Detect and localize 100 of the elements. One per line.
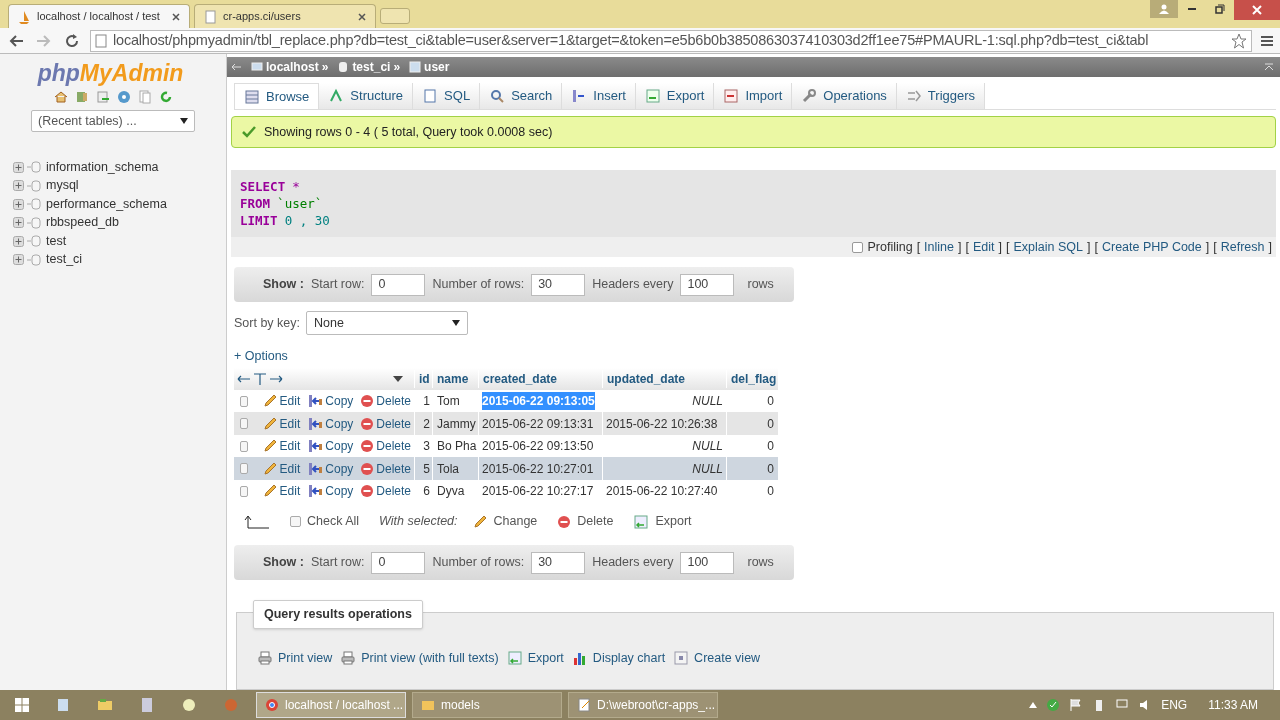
delete-link[interactable]: Delete <box>376 459 411 478</box>
expand-button[interactable] <box>13 254 24 266</box>
copy-link[interactable]: Copy <box>325 482 354 500</box>
toolbar-link[interactable] <box>116 90 131 104</box>
copy-link[interactable]: Copy <box>325 437 354 455</box>
database-link[interactable]: performance_schema <box>46 194 167 214</box>
operation-link[interactable]: Export <box>527 648 564 668</box>
database-link[interactable]: mysql <box>46 176 79 196</box>
column-header[interactable]: created_date <box>478 369 602 388</box>
operation-link[interactable]: Print view (with full texts) <box>361 648 499 668</box>
input-field[interactable]: 100 <box>680 551 735 574</box>
bulk-action-button[interactable]: Export <box>655 512 692 531</box>
database-link[interactable]: test <box>46 231 67 251</box>
row-checkbox[interactable] <box>240 440 248 452</box>
bracket: ] <box>1205 238 1210 256</box>
operation-link[interactable]: Print view <box>278 648 333 668</box>
expand-button[interactable] <box>13 198 24 210</box>
table-row[interactable]: Edit Copy Delete 5 Tola 2015-06-22 10:27:01 NULL 0 <box>234 457 778 480</box>
browser-tab[interactable]: cr-apps.ci/users <box>194 4 376 28</box>
column-header[interactable]: del_flag <box>726 369 778 388</box>
breadcrumb-link[interactable]: test_ci <box>352 57 391 76</box>
menu-button[interactable] <box>1260 33 1274 48</box>
delete-link[interactable]: Delete <box>376 414 411 433</box>
sql-action-link[interactable]: Explain SQL <box>1013 237 1083 257</box>
table-cell-text: 2015-06-22 10:27:01 <box>482 460 594 478</box>
expand-button[interactable] <box>13 161 24 173</box>
close-button[interactable] <box>1234 0 1280 20</box>
clock[interactable]: 11:33 AM <box>1208 696 1258 714</box>
row-checkbox[interactable] <box>240 418 248 429</box>
copy-link[interactable]: Copy <box>325 414 354 433</box>
restore-icon <box>1215 4 1225 14</box>
phpmyadmin-logo[interactable]: phpMyAdmin <box>37 60 184 86</box>
tab[interactable]: Operations <box>792 82 897 110</box>
column-menu-button[interactable] <box>393 375 403 382</box>
input-field[interactable]: 30 <box>531 551 586 574</box>
language-indicator[interactable]: ENG <box>1161 696 1188 714</box>
checkmark-icon <box>242 126 256 139</box>
sql-action-link[interactable]: Edit <box>972 237 995 257</box>
input-field[interactable]: 0 <box>371 551 426 574</box>
browser-tab[interactable]: localhost / localhost / test <box>8 4 190 28</box>
expand-button[interactable] <box>13 235 24 247</box>
edit-link[interactable]: Edit <box>279 437 301 455</box>
toolbar-link[interactable] <box>53 90 68 104</box>
input-field[interactable]: 0 <box>371 273 426 296</box>
delete-link[interactable]: Delete <box>376 437 411 455</box>
expand-button[interactable] <box>13 217 24 229</box>
database-link[interactable]: rbbspeed_db <box>46 213 119 233</box>
database-link[interactable]: test_ci <box>46 250 83 270</box>
table-row[interactable]: Edit Copy Delete 2 Jammy 2015-06-22 09:13:31 2015-06-22 10:26:38 0 <box>234 412 778 435</box>
forward-arrow-icon <box>36 33 52 48</box>
sql-action-link[interactable]: Refresh <box>1220 237 1265 257</box>
tab[interactable]: Insert <box>562 82 636 110</box>
operation-link[interactable]: Create view <box>694 648 761 668</box>
column-header[interactable]: name <box>432 369 478 388</box>
toolbar-link[interactable] <box>158 90 173 104</box>
breadcrumb-link[interactable]: localhost <box>266 57 319 76</box>
row-checkbox[interactable] <box>240 485 248 497</box>
minus-circle-icon <box>557 514 572 529</box>
check-all-label[interactable]: Check All <box>307 512 360 531</box>
tab[interactable]: SQL <box>413 82 481 110</box>
delete-link[interactable]: Delete <box>376 482 411 500</box>
tab[interactable]: Import <box>714 82 793 110</box>
options-link[interactable]: + Options <box>234 347 288 366</box>
profiling-checkbox[interactable] <box>852 241 864 253</box>
operation-link[interactable]: Display chart <box>592 648 666 668</box>
tab[interactable]: Search <box>480 82 563 110</box>
breadcrumb-link[interactable]: user <box>424 57 450 76</box>
tab[interactable]: Structure <box>319 82 414 110</box>
row-checkbox[interactable] <box>240 395 248 407</box>
toolbar-link[interactable] <box>74 90 89 104</box>
new-tab-button[interactable] <box>380 8 410 24</box>
database-link[interactable]: information_schema <box>46 157 159 177</box>
delete-link[interactable]: Delete <box>376 392 411 410</box>
bulk-action-button[interactable]: Delete <box>577 512 614 531</box>
bulk-action-button[interactable]: Change <box>493 512 538 531</box>
sort-dropdown[interactable]: None <box>306 311 468 335</box>
tab[interactable]: Triggers <box>896 82 986 110</box>
tab[interactable]: Browse <box>234 82 320 110</box>
minus-circle-icon <box>360 461 375 476</box>
edit-link[interactable]: Edit <box>279 459 301 478</box>
copy-link[interactable]: Copy <box>325 459 354 478</box>
address-bar[interactable]: localhost/phpmyadmin/tbl_replace.php?db=test_ci&table=user&server=1&target=&token=e5b6b0b3850863037410303d2ff1ee75#PMAURL-1:sql.php?db=test_ci&tabl <box>90 29 1252 52</box>
recent-tables-dropdown[interactable]: (Recent tables) ... <box>31 110 195 132</box>
input-field[interactable]: 100 <box>680 273 735 296</box>
input-field[interactable]: 30 <box>531 273 586 296</box>
pencil-icon <box>261 483 278 499</box>
row-checkbox[interactable] <box>240 463 248 474</box>
expand-button[interactable] <box>13 180 24 192</box>
column-header[interactable]: id <box>414 369 432 388</box>
edit-link[interactable]: Edit <box>279 414 301 433</box>
edit-link[interactable]: Edit <box>279 482 301 500</box>
column-header[interactable]: updated_date <box>602 369 726 388</box>
toolbar-link[interactable] <box>137 90 152 104</box>
tab[interactable]: Export <box>635 82 715 110</box>
sql-action-link[interactable]: Create PHP Code <box>1101 237 1202 257</box>
check-all-checkbox[interactable] <box>290 516 301 528</box>
edit-link[interactable]: Edit <box>279 392 301 410</box>
copy-link[interactable]: Copy <box>325 392 354 410</box>
toolbar-link[interactable] <box>95 90 110 104</box>
sql-action-link[interactable]: Inline <box>924 237 954 257</box>
